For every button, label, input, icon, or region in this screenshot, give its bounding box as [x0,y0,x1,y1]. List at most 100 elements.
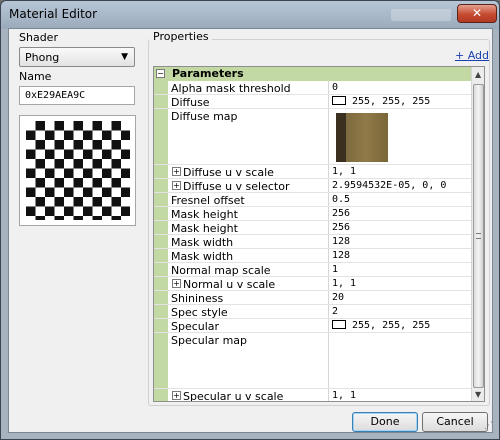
row-gutter [154,179,168,192]
scroll-up-arrow-icon[interactable]: ▲ [475,70,481,79]
property-row[interactable]: Mask height 256 [154,221,471,235]
property-row[interactable]: Fresnel offset 0.5 [154,193,471,207]
property-name: Normal u v scale [183,278,276,291]
property-name: Specular u v scale [183,390,284,402]
row-gutter [154,193,168,206]
property-name: Fresnel offset [171,194,245,207]
property-value[interactable]: 128 [332,250,350,261]
property-row-expandable[interactable]: + Diffuse u v scale 1, 1 [154,165,471,179]
property-value[interactable]: 256 [332,208,350,219]
expand-icon[interactable]: + [172,391,181,400]
row-gutter [154,165,168,178]
property-value[interactable]: 20 [332,292,344,303]
window-title: Material Editor [9,7,98,21]
close-button[interactable]: ✕ [457,4,497,23]
scrollbar-thumb[interactable] [473,84,484,388]
cancel-button[interactable]: Cancel [422,412,488,432]
property-grid: − Parameters Alpha mask threshold 0 Diff… [153,66,485,402]
dialog-body: Shader Phong ▼ Name 0xE29AEA9C Propertie… [8,28,493,433]
property-value[interactable]: 256 [332,222,350,233]
checkerboard-preview-image [26,121,130,220]
property-value[interactable]: 0 [332,82,338,93]
material-editor-window: Material Editor ✕ Shader Phong ▼ Name 0x… [0,0,500,440]
property-row[interactable]: Alpha mask threshold 0 [154,81,471,95]
property-name: Diffuse map [171,110,238,123]
color-swatch-icon [332,96,346,105]
property-name: Shininess [171,292,224,305]
property-row[interactable]: Spec style 2 [154,305,471,319]
properties-label: Properties [150,30,212,43]
row-gutter [154,319,168,332]
name-field[interactable]: 0xE29AEA9C [19,86,135,105]
title-bar[interactable]: Material Editor ✕ [1,1,499,29]
property-name: Spec style [171,306,228,319]
row-gutter [154,207,168,220]
property-name: Diffuse u v selector [183,180,290,193]
shader-label: Shader [19,31,58,44]
property-row[interactable]: Normal map scale 1 [154,263,471,277]
row-gutter [154,291,168,304]
expand-icon[interactable]: + [172,181,181,190]
property-name: Alpha mask threshold [171,82,291,95]
property-row[interactable]: Mask width 128 [154,235,471,249]
row-gutter [154,235,168,248]
color-swatch-icon [332,320,346,329]
row-gutter [154,305,168,318]
row-gutter [154,249,168,262]
property-value[interactable]: 2 [332,306,338,317]
property-value-color[interactable]: 255, 255, 255 [332,96,430,107]
property-name: Diffuse u v scale [183,166,274,179]
color-value-text: 255, 255, 255 [352,320,431,331]
property-row[interactable]: Specular 255, 255, 255 [154,319,471,333]
row-gutter [154,277,168,290]
add-property-link[interactable]: + Add [455,49,489,62]
row-gutter [154,263,168,276]
property-value[interactable]: 1, 1 [332,166,356,177]
property-value[interactable]: 0.5 [332,194,350,205]
property-row[interactable]: Shininess 20 [154,291,471,305]
property-row-expandable[interactable]: + Specular u v scale 1, 1 [154,389,471,402]
color-value-text: 255, 255, 255 [352,96,431,107]
property-row[interactable]: Diffuse 255, 255, 255 [154,95,471,109]
property-row[interactable]: Mask height 256 [154,207,471,221]
property-grid-scrollbar[interactable]: ▲ ▼ [471,67,484,401]
category-row-parameters[interactable]: − Parameters [154,67,471,81]
property-name: Specular [171,320,220,333]
background-window-ghost [391,9,451,21]
shader-value: Phong [25,51,60,64]
property-value[interactable]: 128 [332,236,350,247]
diffuse-texture-thumbnail[interactable] [336,113,388,162]
chevron-down-icon: ▼ [121,52,128,62]
material-preview [19,115,136,226]
property-name: Mask width [171,236,234,249]
done-button[interactable]: Done [352,412,418,432]
property-name: Mask height [171,208,238,221]
resize-grip-icon[interactable]: ⋰ [484,421,493,431]
collapse-icon[interactable]: − [156,69,165,78]
property-name: Mask width [171,250,234,263]
row-gutter [154,389,168,401]
shader-dropdown[interactable]: Phong ▼ [19,47,135,67]
property-name: Mask height [171,222,238,235]
row-gutter [154,95,168,108]
expand-icon[interactable]: + [172,167,181,176]
property-row-expandable[interactable]: + Diffuse u v selector 2.9594532E-05, 0,… [154,179,471,193]
property-row[interactable]: Specular map [154,333,471,389]
name-label: Name [19,70,52,83]
property-value-color[interactable]: 255, 255, 255 [332,320,430,331]
row-gutter [154,221,168,234]
property-row[interactable]: Diffuse map [154,109,471,165]
category-title: Parameters [172,67,244,80]
property-name: Normal map scale [171,264,271,277]
expand-icon[interactable]: + [172,279,181,288]
property-value[interactable]: 1, 1 [332,390,356,401]
property-row[interactable]: Mask width 128 [154,249,471,263]
property-value[interactable]: 1 [332,264,338,275]
scroll-down-arrow-icon[interactable]: ▼ [475,390,481,399]
property-value[interactable]: 1, 1 [332,278,356,289]
property-value[interactable]: 2.9594532E-05, 0, 0 [332,180,446,191]
scrollbar-grip-icon [476,233,481,239]
property-name: Diffuse [171,96,210,109]
property-row-expandable[interactable]: + Normal u v scale 1, 1 [154,277,471,291]
row-gutter [154,81,168,94]
